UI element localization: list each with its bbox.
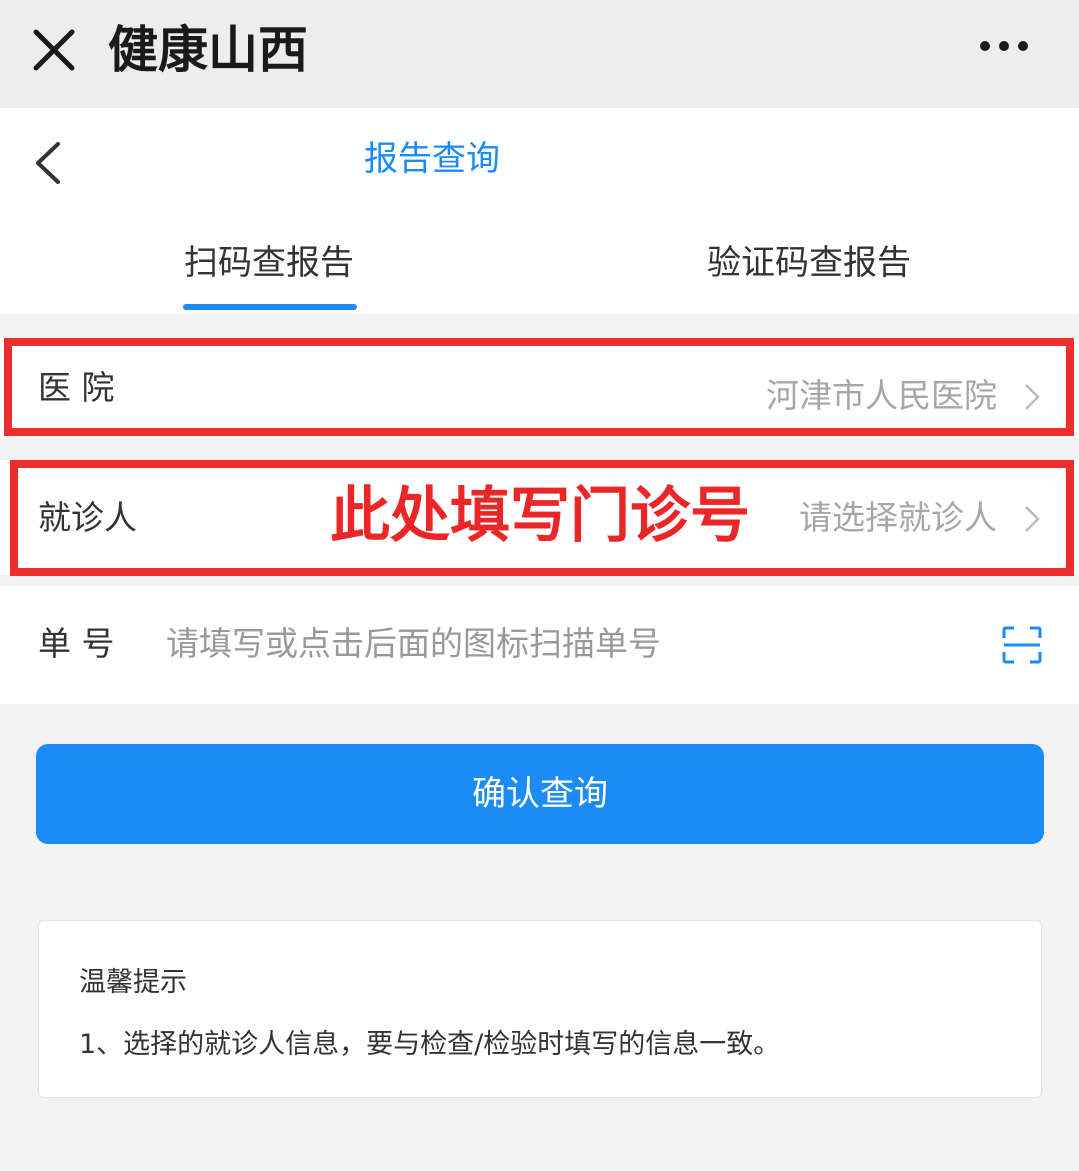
tips-card: 温馨提示 1、选择的就诊人信息，要与检查/检验时填写的信息一致。: [38, 920, 1042, 1098]
order-number-input[interactable]: 请填写或点击后面的图标扫描单号: [166, 622, 661, 666]
tab-code-report[interactable]: 验证码查报告: [707, 240, 911, 286]
tips-title: 温馨提示: [79, 967, 187, 998]
scan-icon[interactable]: [1002, 626, 1042, 664]
confirm-query-button[interactable]: 确认查询: [36, 744, 1044, 844]
order-number-row[interactable]: 单 号 请填写或点击后面的图标扫描单号: [0, 586, 1079, 704]
tab-bar: 扫码查报告 验证码查报告: [0, 212, 1079, 314]
order-label: 单 号: [38, 624, 115, 663]
annotation-box-hospital: [4, 338, 1074, 436]
close-icon[interactable]: [30, 26, 78, 74]
annotation-text: 此处填写门诊号: [330, 481, 750, 551]
more-dots-icon[interactable]: [979, 40, 1029, 52]
tab-scan-report[interactable]: 扫码查报告: [184, 240, 354, 286]
page-title: 报告查询: [364, 139, 500, 179]
active-tab-indicator: [183, 304, 357, 310]
tips-item: 1、选择的就诊人信息，要与检查/检验时填写的信息一致。: [79, 1029, 781, 1060]
app-title: 健康山西: [108, 21, 308, 79]
window-titlebar: 健康山西: [0, 0, 1079, 108]
page-navbar: 报告查询: [0, 108, 1079, 212]
